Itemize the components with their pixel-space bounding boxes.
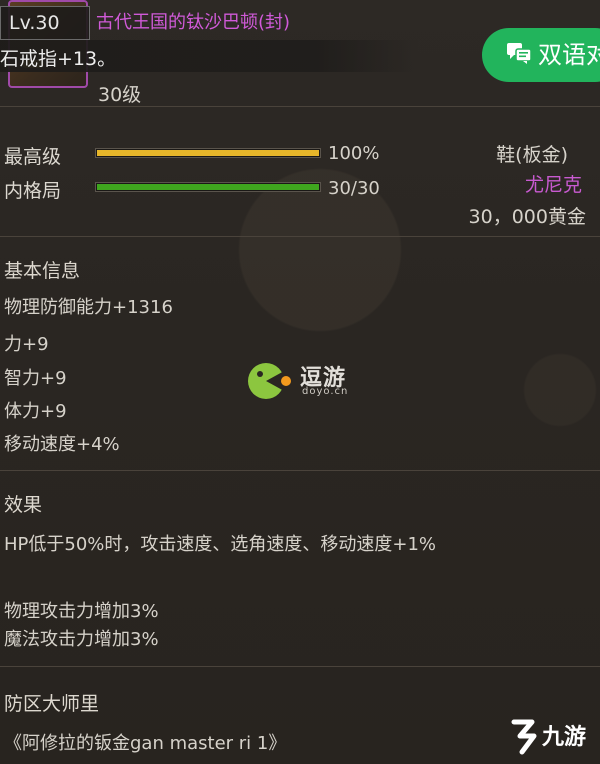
required-level: 30级 (98, 84, 142, 106)
lore-text: 《阿修拉的钣金gan master ri 1》 (4, 733, 287, 754)
subtitle-text: 石戒指+13。 (0, 48, 117, 70)
item-name: 古代王国的钛沙巴顿(封) (96, 12, 291, 33)
jiuyou-watermark-logo: 九游 (511, 719, 586, 755)
effect-line: 物理攻击力增加3% (4, 601, 159, 622)
item-type: 鞋(板金) (496, 144, 568, 166)
basic-info-line: 移动速度+4% (4, 434, 120, 455)
basic-info-title: 基本信息 (4, 260, 81, 282)
stat-label-max-grade: 最高级 (4, 146, 62, 168)
doyo-watermark-domain: doyo.cn (302, 386, 349, 397)
stat-label-inner: 内格局 (4, 180, 62, 202)
inner-value: 30/30 (328, 178, 380, 199)
basic-info-line: 力+9 (4, 334, 49, 355)
effect-line: 魔法攻击力增加3% (4, 629, 159, 650)
divider (0, 666, 600, 667)
divider (0, 470, 600, 471)
jiuyou-watermark-text: 九游 (541, 724, 586, 750)
lore-title: 防区大师里 (4, 693, 100, 715)
basic-info-line: 体力+9 (4, 401, 67, 422)
inner-bar-fill (97, 184, 319, 190)
item-rarity: 尤尼克 (524, 174, 582, 196)
inner-bar (95, 182, 321, 192)
max-grade-bar (95, 148, 321, 158)
item-tooltip-panel: Lv.30 古代王国的钛沙巴顿(封) 石戒指+13。 30级 双语对 最高级 1… (0, 0, 600, 764)
bilingual-translate-button[interactable]: 双语对 (482, 28, 600, 82)
translate-icon (507, 43, 532, 64)
effect-line: HP低于50%时，攻击速度、选角速度、移动速度+1% (4, 534, 437, 555)
effects-title: 效果 (4, 494, 43, 516)
max-grade-bar-fill (97, 150, 319, 156)
divider (0, 106, 600, 107)
doyo-logo-icon (248, 363, 291, 399)
level-badge: Lv.30 (0, 6, 90, 40)
divider (0, 236, 600, 237)
translate-button-label: 双语对 (538, 41, 600, 69)
item-price: 30，000黄金 (468, 206, 586, 228)
basic-info-line: 物理防御能力+1316 (4, 297, 173, 318)
max-grade-value: 100% (328, 143, 380, 164)
basic-info-line: 智力+9 (4, 368, 67, 389)
